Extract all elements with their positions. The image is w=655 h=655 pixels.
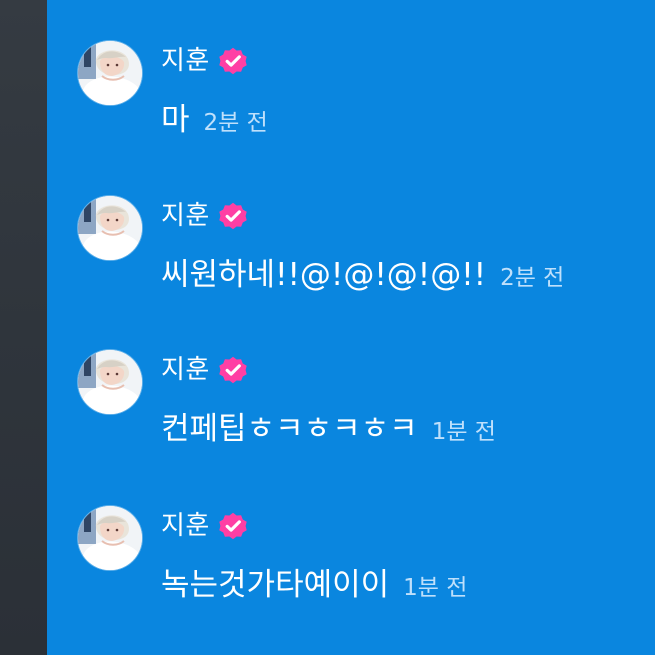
message-content-row: 씨원하네!!@!@!@!@!! 2분 전 <box>161 255 564 299</box>
user-avatar-image <box>78 41 142 105</box>
message-content-row: 녹는것가타예이이 1분 전 <box>161 565 467 609</box>
author-name[interactable]: 지훈 <box>161 46 210 76</box>
timestamp: 2분 전 <box>500 265 565 291</box>
verified-badge-icon <box>219 47 247 75</box>
verified-badge-icon <box>219 512 247 540</box>
avatar[interactable] <box>78 196 142 260</box>
message-item[interactable]: 지훈 컨페팁ㅎㅋㅎㅋㅎㅋ 1분 전 <box>47 309 655 447</box>
message-text: 씨원하네!!@!@!@!@!! <box>161 257 487 293</box>
message-item[interactable]: 지훈 마 2분 전 <box>47 0 655 138</box>
message-text: 컨페팁ㅎㅋㅎㅋㅎㅋ <box>161 411 418 447</box>
message-text: 녹는것가타예이이 <box>161 567 390 603</box>
message-content-row: 마 2분 전 <box>161 100 268 144</box>
user-avatar-image <box>78 350 142 414</box>
message-item[interactable]: 지훈 씨원하네!!@!@!@!@!! 2분 전 <box>47 155 655 293</box>
timestamp: 1분 전 <box>403 575 468 601</box>
avatar[interactable] <box>78 506 142 570</box>
author-row: 지훈 <box>161 43 248 79</box>
message-feed[interactable]: 지훈 마 2분 전 지훈 씨원하네!!@!@!@!@!! 2분 전 지훈 컨페팁… <box>47 0 655 655</box>
verified-badge-icon <box>219 356 247 384</box>
verified-badge-icon <box>219 202 247 230</box>
author-row: 지훈 <box>161 198 248 234</box>
user-avatar-image <box>78 196 142 260</box>
author-name[interactable]: 지훈 <box>161 511 210 541</box>
chat-screen: 지훈 마 2분 전 지훈 씨원하네!!@!@!@!@!! 2분 전 지훈 컨페팁… <box>0 0 655 655</box>
left-gutter <box>0 0 47 655</box>
avatar[interactable] <box>78 350 142 414</box>
message-item[interactable]: 지훈 녹는것가타예이이 1분 전 <box>47 465 655 603</box>
timestamp: 2분 전 <box>203 110 268 136</box>
author-name[interactable]: 지훈 <box>161 355 210 385</box>
user-avatar-image <box>78 506 142 570</box>
author-name[interactable]: 지훈 <box>161 201 210 231</box>
author-row: 지훈 <box>161 352 248 388</box>
author-row: 지훈 <box>161 508 248 544</box>
timestamp: 1분 전 <box>431 419 496 445</box>
message-text: 마 <box>161 102 190 138</box>
avatar[interactable] <box>78 41 142 105</box>
message-content-row: 컨페팁ㅎㅋㅎㅋㅎㅋ 1분 전 <box>161 409 496 453</box>
